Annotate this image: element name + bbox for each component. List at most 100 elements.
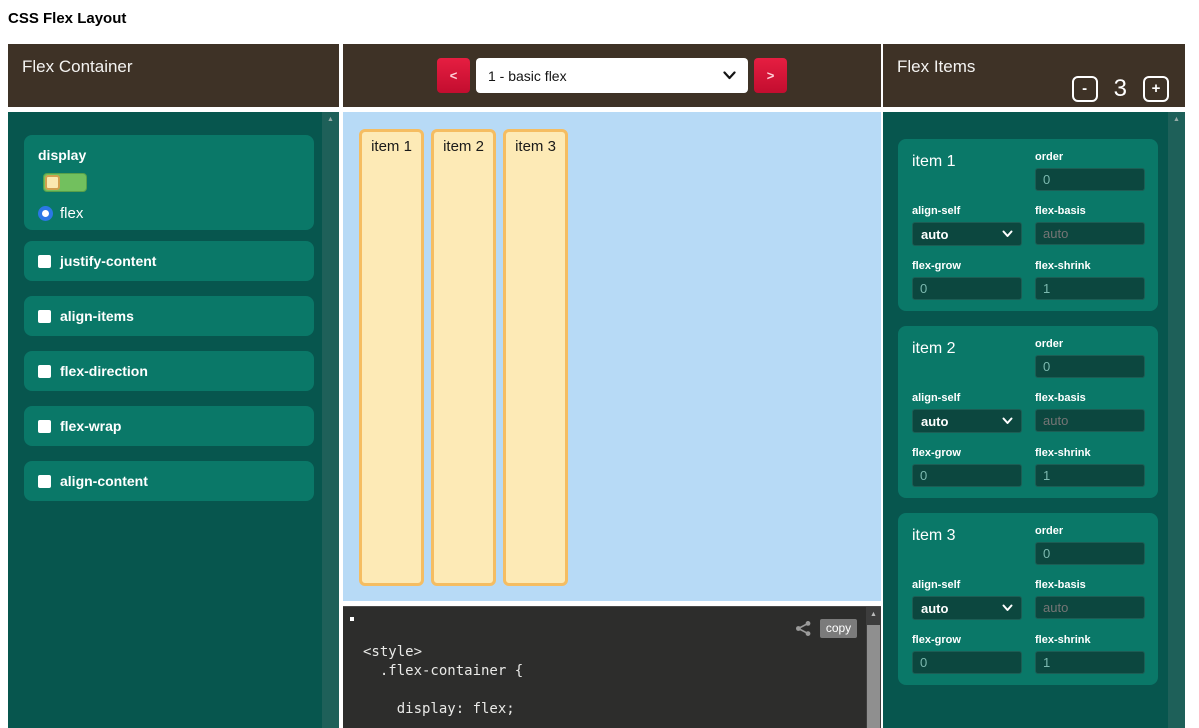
align-self-label: align-self	[912, 579, 1022, 591]
flex-item-card: item 1 order align-self auto flex-basis	[898, 139, 1158, 311]
container-option-card[interactable]: align-content	[24, 461, 314, 501]
flex-container-panel-body: display flex justify-content align-items	[8, 112, 339, 728]
copy-button[interactable]: copy	[820, 619, 857, 638]
align-self-value: auto	[921, 414, 948, 429]
align-self-select[interactable]: auto	[912, 596, 1022, 620]
flex-items-panel-body: item 1 order align-self auto flex-basis	[883, 112, 1185, 728]
flex-grow-label: flex-grow	[912, 634, 1022, 646]
code-scrollbar[interactable]: ▲	[866, 607, 881, 728]
item-card-title: item 2	[912, 338, 1022, 378]
container-option-card[interactable]: flex-direction	[24, 351, 314, 391]
align-self-field: align-self auto	[912, 205, 1022, 246]
container-option-card[interactable]: align-items	[24, 296, 314, 336]
display-card: display flex	[24, 135, 314, 230]
add-item-button[interactable]: +	[1143, 76, 1169, 102]
flex-container-panel-title: Flex Container	[22, 57, 133, 77]
preset-next-button[interactable]: >	[754, 58, 787, 93]
flex-shrink-field: flex-shrink	[1035, 447, 1145, 487]
align-self-value: auto	[921, 227, 948, 242]
chevron-down-icon	[723, 71, 736, 80]
option-label: flex-wrap	[60, 418, 121, 434]
option-label: align-items	[60, 308, 134, 324]
option-checkbox[interactable]	[38, 255, 51, 268]
option-checkbox[interactable]	[38, 310, 51, 323]
display-radio-row: flex	[38, 205, 300, 222]
preset-select-value: 1 - basic flex	[488, 68, 567, 84]
code-actions: copy	[795, 619, 857, 638]
flex-shrink-label: flex-shrink	[1035, 447, 1145, 459]
share-icon[interactable]	[795, 620, 812, 637]
container-option-card[interactable]: justify-content	[24, 241, 314, 281]
order-input[interactable]	[1035, 355, 1145, 378]
option-checkbox[interactable]	[38, 420, 51, 433]
flex-basis-input[interactable]	[1035, 409, 1145, 432]
scrollbar-up-arrow-icon[interactable]: ▲	[322, 112, 339, 124]
flex-basis-input[interactable]	[1035, 222, 1145, 245]
order-label: order	[1035, 525, 1145, 537]
scrollbar-up-arrow-icon[interactable]: ▲	[1168, 112, 1185, 124]
flex-basis-input[interactable]	[1035, 596, 1145, 619]
flex-shrink-input[interactable]	[1035, 464, 1145, 487]
code-scrollbar-thumb[interactable]	[867, 625, 880, 728]
flex-items-panel-title: Flex Items	[897, 57, 975, 77]
order-label: order	[1035, 151, 1145, 163]
flex-grow-input[interactable]	[912, 464, 1022, 487]
order-input[interactable]	[1035, 168, 1145, 191]
chevron-down-icon	[1002, 604, 1013, 612]
flex-items-panel-header: Flex Items - 3 +	[883, 44, 1185, 107]
align-self-field: align-self auto	[912, 579, 1022, 620]
flex-radio[interactable]	[38, 206, 53, 221]
flex-item-card: item 2 order align-self auto flex-basis	[898, 326, 1158, 498]
flex-stage-item: item 1	[359, 129, 424, 586]
flex-stage-item: item 2	[431, 129, 496, 586]
container-option-card[interactable]: flex-wrap	[24, 406, 314, 446]
flex-basis-label: flex-basis	[1035, 579, 1145, 591]
flex-item-card: item 3 order align-self auto flex-basis	[898, 513, 1158, 685]
item-counter: - 3 +	[1072, 75, 1169, 103]
flex-shrink-field: flex-shrink	[1035, 634, 1145, 674]
align-self-field: align-self auto	[912, 392, 1022, 433]
order-field: order	[1035, 151, 1145, 191]
flex-grow-input[interactable]	[912, 651, 1022, 674]
flex-grow-label: flex-grow	[912, 260, 1022, 272]
align-self-label: align-self	[912, 392, 1022, 404]
left-panel-scrollbar[interactable]: ▲	[322, 112, 339, 728]
remove-item-button[interactable]: -	[1072, 76, 1098, 102]
display-label: display	[38, 147, 300, 163]
flex-stage: item 1 item 2 item 3	[343, 112, 881, 601]
flex-basis-field: flex-basis	[1035, 579, 1145, 620]
order-field: order	[1035, 525, 1145, 565]
flex-grow-field: flex-grow	[912, 634, 1022, 674]
code-panel: <style> .flex-container { display: flex;…	[343, 606, 881, 728]
code-scrollbar-up-arrow-icon[interactable]: ▲	[866, 607, 881, 619]
order-field: order	[1035, 338, 1145, 378]
flex-shrink-label: flex-shrink	[1035, 260, 1145, 272]
preset-select[interactable]: 1 - basic flex	[476, 58, 748, 93]
chevron-down-icon	[1002, 417, 1013, 425]
order-input[interactable]	[1035, 542, 1145, 565]
align-self-select[interactable]: auto	[912, 409, 1022, 433]
flex-radio-label: flex	[60, 205, 83, 222]
right-panel-scrollbar[interactable]: ▲	[1168, 112, 1185, 728]
option-label: align-content	[60, 473, 148, 489]
flex-items-panel: Flex Items - 3 + item 1 order align-self…	[883, 44, 1185, 728]
flex-stage-item: item 3	[503, 129, 568, 586]
flex-basis-field: flex-basis	[1035, 205, 1145, 246]
flex-shrink-input[interactable]	[1035, 277, 1145, 300]
flex-shrink-input[interactable]	[1035, 651, 1145, 674]
flex-grow-label: flex-grow	[912, 447, 1022, 459]
preset-prev-button[interactable]: <	[437, 58, 470, 93]
code-text: <style> .flex-container { display: flex;	[363, 643, 523, 719]
option-checkbox[interactable]	[38, 475, 51, 488]
display-toggle[interactable]	[43, 173, 87, 192]
align-self-select[interactable]: auto	[912, 222, 1022, 246]
option-checkbox[interactable]	[38, 365, 51, 378]
flex-basis-field: flex-basis	[1035, 392, 1145, 433]
flex-grow-input[interactable]	[912, 277, 1022, 300]
option-label: flex-direction	[60, 363, 148, 379]
flex-container-panel: Flex Container display flex justify-cont…	[8, 44, 339, 728]
preview-panel: < 1 - basic flex > item 1 item 2 item 3 …	[343, 44, 881, 728]
code-cursor-dot	[350, 617, 354, 621]
flex-shrink-label: flex-shrink	[1035, 634, 1145, 646]
page-title: CSS Flex Layout	[8, 10, 126, 27]
